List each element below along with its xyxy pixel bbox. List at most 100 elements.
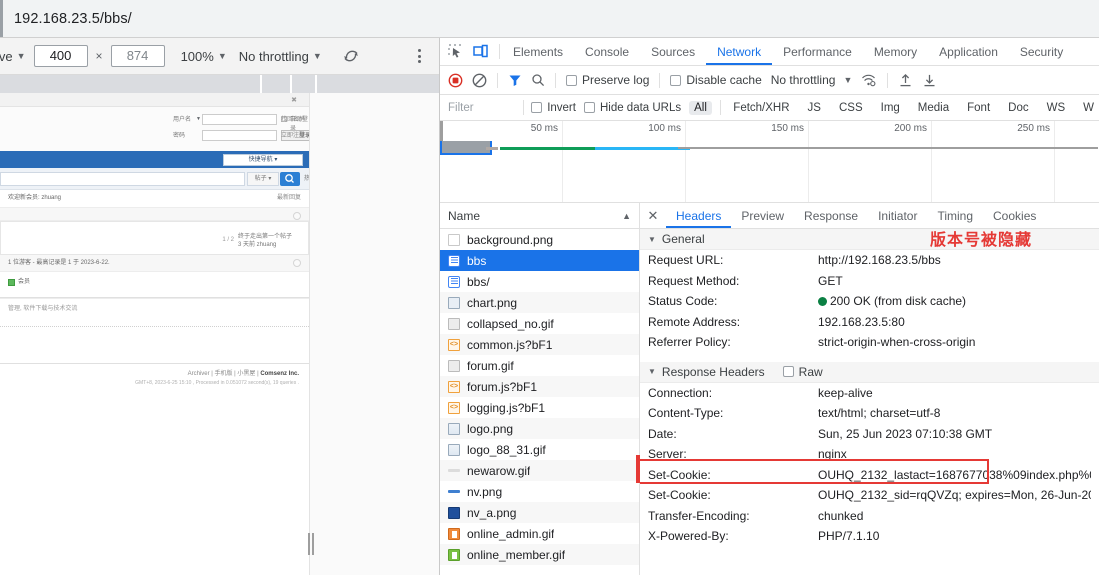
- filter-type-js[interactable]: JS: [803, 101, 826, 115]
- detail-tab-preview[interactable]: Preview: [731, 203, 794, 228]
- export-har-icon[interactable]: [922, 73, 937, 88]
- copyright-links[interactable]: Archiver | 手机版 | 小黑屋 |: [188, 371, 259, 377]
- filter-type-all[interactable]: All: [689, 100, 712, 115]
- quick-nav-button[interactable]: 快捷导航 ▾: [223, 154, 303, 166]
- address-bar[interactable]: 192.168.23.5/bbs/: [0, 0, 1099, 38]
- tab-performance[interactable]: Performance: [772, 38, 863, 65]
- thread-title-line1: 终于走出第一个帖子: [238, 233, 293, 240]
- record-stop-icon[interactable]: [448, 73, 463, 88]
- toggle-device-toolbar-icon[interactable]: [473, 44, 488, 59]
- filter-input[interactable]: Filter: [448, 102, 515, 114]
- table-row[interactable]: <> common.js?bF1: [440, 334, 639, 355]
- table-row[interactable]: online_admin.gif: [440, 523, 639, 544]
- emulated-page-frame[interactable]: ✖ 用户名 ▼ 自动登录 找回密码 密码 登录 立即注册 快捷导航 ▾ 帖子 ▾…: [0, 93, 310, 575]
- device-height-input[interactable]: 874: [110, 45, 165, 67]
- table-row[interactable]: background.png: [440, 229, 639, 250]
- table-row[interactable]: logo_88_31.gif: [440, 439, 639, 460]
- network-conditions-icon[interactable]: [861, 73, 877, 87]
- table-row[interactable]: <> forum.js?bF1: [440, 376, 639, 397]
- detail-tab-response[interactable]: Response: [794, 203, 868, 228]
- password-input[interactable]: [202, 130, 277, 141]
- header-row: Status Code: 200 OK (from disk cache): [640, 291, 1099, 312]
- import-har-icon[interactable]: [898, 73, 913, 88]
- latest-reply-label[interactable]: 最新回复: [277, 194, 301, 203]
- filter-type-img[interactable]: Img: [876, 101, 905, 115]
- filter-type-font[interactable]: Font: [962, 101, 995, 115]
- table-row[interactable]: <> logging.js?bF1: [440, 397, 639, 418]
- table-row[interactable]: logo.png: [440, 418, 639, 439]
- search-icon[interactable]: [531, 73, 545, 87]
- request-list-header[interactable]: Name ▲: [440, 203, 639, 229]
- device-more-options-icon[interactable]: [409, 49, 429, 63]
- filter-type-media[interactable]: Media: [913, 101, 954, 115]
- copyright-brand: Comsenz Inc.: [260, 370, 299, 377]
- disable-cache-label: Disable cache: [686, 73, 762, 87]
- request-list-body[interactable]: background.png bbs bbs/ chart.png collap…: [440, 229, 639, 575]
- detail-tab-cookies[interactable]: Cookies: [983, 203, 1046, 228]
- page-close-icon[interactable]: ✖: [291, 96, 297, 106]
- table-row[interactable]: bbs/: [440, 271, 639, 292]
- collapse-icon[interactable]: [293, 258, 301, 267]
- rotate-icon[interactable]: [340, 45, 362, 67]
- detail-tab-headers[interactable]: Headers: [666, 203, 731, 228]
- thread-pagination[interactable]: 1 / 2: [222, 236, 234, 245]
- device-throttling-selector[interactable]: No throttling ▼: [239, 49, 322, 64]
- table-row[interactable]: nv.png: [440, 481, 639, 502]
- filter-type-css[interactable]: CSS: [834, 101, 868, 115]
- table-row[interactable]: bbs: [440, 250, 639, 271]
- tab-network[interactable]: Network: [706, 38, 772, 65]
- username-input[interactable]: [202, 114, 277, 125]
- close-icon[interactable]: ✕: [640, 203, 666, 228]
- raw-checkbox[interactable]: Raw: [782, 365, 823, 379]
- find-password-link[interactable]: 找回密码: [281, 116, 305, 125]
- page-search-scope[interactable]: 帖子 ▾: [247, 172, 279, 186]
- table-row[interactable]: forum.gif: [440, 355, 639, 376]
- hide-data-urls-checkbox[interactable]: Hide data URLs: [583, 102, 681, 114]
- collapse-icon[interactable]: [293, 211, 301, 220]
- detail-tab-initiator[interactable]: Initiator: [868, 203, 927, 228]
- network-throttling-selector[interactable]: No throttling ▼: [771, 73, 853, 87]
- response-headers-section-header[interactable]: ▼ Response Headers Raw: [640, 361, 1099, 383]
- thread-title[interactable]: 终于走出第一个帖子 3 天前 zhuang: [238, 233, 300, 250]
- filter-type-wasm[interactable]: W: [1078, 101, 1099, 115]
- tab-elements[interactable]: Elements: [502, 38, 574, 65]
- preserve-log-checkbox[interactable]: Preserve log: [566, 73, 649, 87]
- header-value[interactable]: http://192.168.23.5/bbs: [818, 253, 941, 267]
- overview-band-green: [500, 147, 595, 150]
- table-row[interactable]: chart.png: [440, 292, 639, 313]
- viewport-resize-handle[interactable]: [308, 533, 316, 555]
- filter-funnel-icon[interactable]: [508, 73, 522, 87]
- page-search-input[interactable]: [0, 172, 245, 186]
- request-name: nv.png: [467, 484, 503, 499]
- filter-type-fetch-xhr[interactable]: Fetch/XHR: [728, 101, 794, 115]
- device-width-input[interactable]: 400: [33, 45, 88, 67]
- disable-cache-checkbox[interactable]: Disable cache: [670, 73, 762, 87]
- clear-icon[interactable]: [472, 73, 487, 88]
- address-bar-url[interactable]: 192.168.23.5/bbs/: [14, 11, 132, 27]
- inspect-element-icon[interactable]: [448, 44, 463, 59]
- table-row[interactable]: nv_a.png: [440, 502, 639, 523]
- column-header-name: Name: [448, 208, 481, 223]
- zoom-selector[interactable]: 100% ▼: [181, 49, 227, 64]
- detail-tab-timing[interactable]: Timing: [927, 203, 983, 228]
- invert-checkbox[interactable]: Invert: [531, 102, 576, 114]
- network-overview-timeline[interactable]: 50 ms 100 ms 150 ms 200 ms 250 ms: [440, 121, 1099, 203]
- device-toolbar: ive ▼ 400 × 874 100% ▼ No throttling ▼: [0, 38, 439, 75]
- tab-application[interactable]: Application: [928, 38, 1009, 65]
- table-row[interactable]: collapsed_no.gif: [440, 313, 639, 334]
- annotation-text: 版本号被隐藏: [930, 230, 1033, 249]
- table-row[interactable]: newarow.gif: [440, 460, 639, 481]
- device-selector[interactable]: ive ▼: [0, 49, 26, 64]
- tab-security[interactable]: Security: [1009, 38, 1074, 65]
- overview-selection-window[interactable]: [440, 141, 492, 155]
- tab-sources[interactable]: Sources: [640, 38, 706, 65]
- overview-tick-200ms: 200 ms: [894, 123, 927, 134]
- page-search-button[interactable]: [280, 172, 300, 186]
- tab-console[interactable]: Console: [574, 38, 640, 65]
- register-link[interactable]: 立即注册: [281, 132, 305, 141]
- filter-type-ws[interactable]: WS: [1042, 101, 1071, 115]
- table-row[interactable]: online_member.gif: [440, 544, 639, 565]
- tab-memory[interactable]: Memory: [863, 38, 928, 65]
- filter-type-doc[interactable]: Doc: [1003, 101, 1033, 115]
- member-legend-label: 会员: [18, 279, 31, 286]
